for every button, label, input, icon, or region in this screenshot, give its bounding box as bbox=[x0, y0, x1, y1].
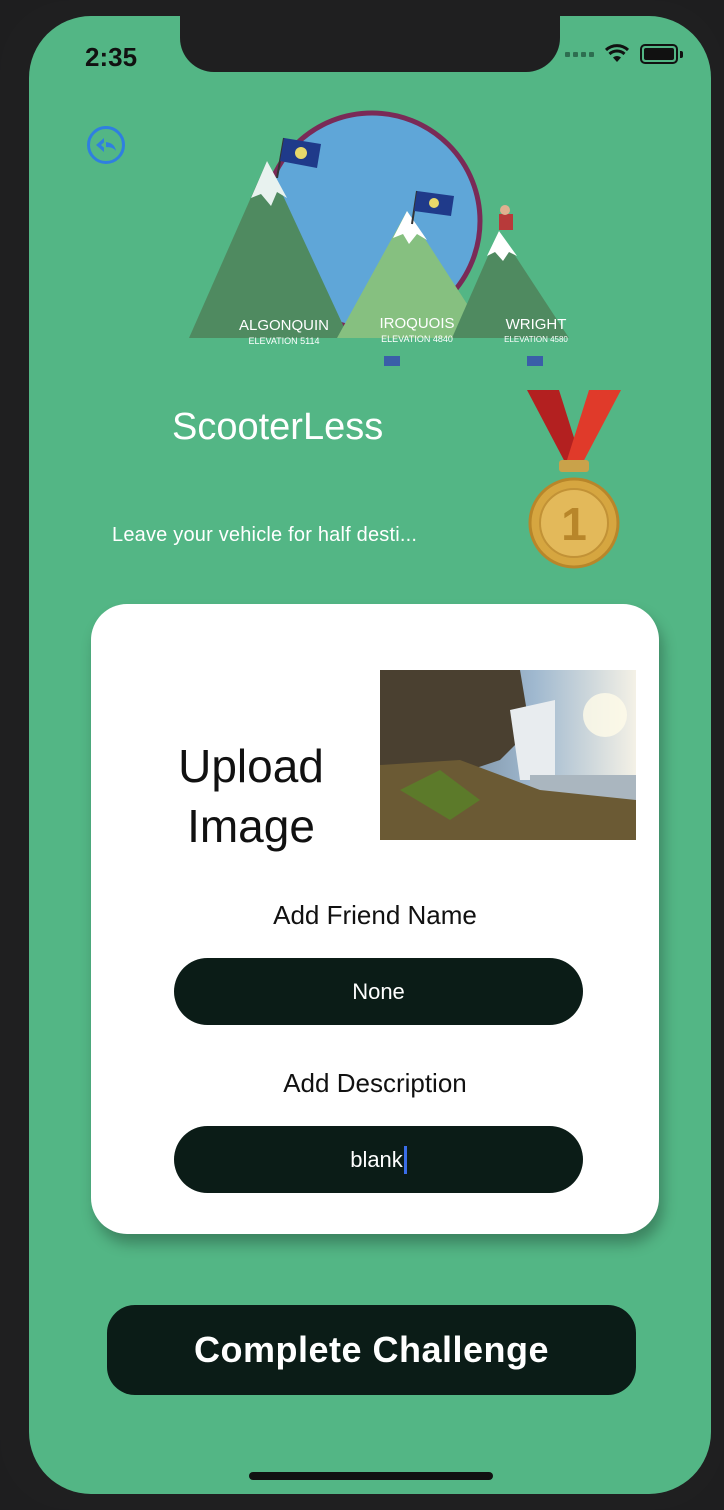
description-label: Add Description bbox=[283, 1068, 467, 1098]
notch bbox=[180, 16, 560, 72]
text-cursor bbox=[403, 1145, 407, 1174]
status-icons bbox=[565, 44, 683, 64]
app-screen: 2:35 ALGONQUIN ELEVATION 5114 IROQUOIS E… bbox=[29, 16, 711, 1494]
description-value: blank bbox=[350, 1146, 403, 1172]
mountain-name-iroquois: IROQUOIS bbox=[379, 315, 454, 332]
friend-name-label: Add Friend Name bbox=[273, 900, 477, 930]
mountain-elevation-wright: ELEVATION 4580 bbox=[504, 335, 568, 344]
description-input[interactable]: blank bbox=[174, 1126, 583, 1193]
upload-image-label[interactable]: Upload Image bbox=[151, 736, 351, 856]
signal-icon bbox=[565, 51, 594, 57]
status-time: 2:35 bbox=[85, 42, 138, 72]
battery-tip bbox=[680, 50, 683, 58]
mountain-name-wright: WRIGHT bbox=[506, 316, 567, 333]
wifi-icon bbox=[604, 44, 630, 62]
reply-arrow-icon bbox=[96, 138, 116, 152]
mountains-logo: ALGONQUIN ELEVATION 5114 IROQUOIS ELEVAT… bbox=[189, 110, 569, 366]
battery-icon bbox=[640, 44, 678, 64]
mountain-name-algonquin: ALGONQUIN bbox=[239, 317, 329, 334]
challenge-title: ScooterLess bbox=[172, 406, 384, 448]
upload-card: Upload Image Add Friend Name None Add De… bbox=[91, 604, 659, 1234]
phone-frame: 2:35 ALGONQUIN ELEVATION 5114 IROQUOIS E… bbox=[0, 0, 724, 1510]
home-indicator bbox=[249, 1472, 493, 1480]
mountain-elevation-algonquin: ELEVATION 5114 bbox=[248, 336, 319, 346]
uploaded-photo[interactable] bbox=[380, 670, 636, 840]
complete-challenge-button[interactable]: Complete Challenge bbox=[107, 1305, 636, 1395]
mountain-elevation-iroquois: ELEVATION 4840 bbox=[381, 334, 453, 344]
friend-name-input[interactable]: None bbox=[174, 958, 583, 1025]
back-button[interactable] bbox=[87, 126, 125, 164]
gold-medal-icon: 1 bbox=[527, 390, 621, 569]
challenge-description: Leave your vehicle for half desti... bbox=[112, 524, 418, 546]
medal-number: 1 bbox=[561, 498, 587, 550]
friend-name-value: None bbox=[352, 978, 405, 1004]
